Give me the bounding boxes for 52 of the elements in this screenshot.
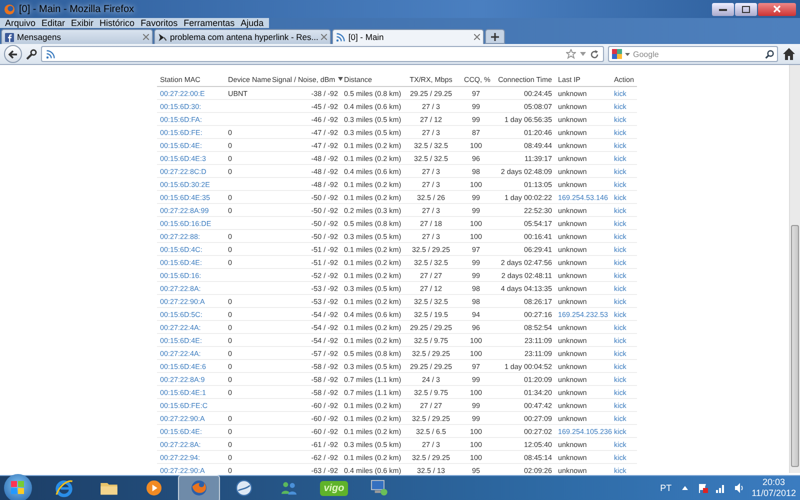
back-button[interactable] <box>4 45 22 63</box>
menu-item[interactable]: Histórico <box>96 18 138 28</box>
plus-icon <box>491 32 500 40</box>
window-title: [0] - Main - Mozilla Firefox <box>19 4 134 14</box>
computer-icon <box>369 478 389 498</box>
reload-icon[interactable] <box>590 50 599 58</box>
speaker-icon[interactable] <box>734 483 744 493</box>
feed-icon <box>46 50 55 58</box>
minimize-button[interactable] <box>712 2 734 16</box>
maximize-button[interactable] <box>735 2 757 16</box>
vigo-logo: vigo <box>320 480 348 496</box>
back-arrow-icon <box>8 50 18 58</box>
menu-item[interactable]: Ajuda <box>238 18 267 28</box>
maximize-icon <box>742 6 750 12</box>
signal-icon[interactable] <box>716 483 726 493</box>
google-icon <box>612 49 622 59</box>
language-indicator[interactable]: PT <box>660 483 672 493</box>
close-icon <box>773 5 781 13</box>
browser-tab[interactable]: Mensagens <box>1 29 153 44</box>
caret-icon[interactable] <box>625 52 630 56</box>
scrollbar[interactable] <box>789 65 800 473</box>
star-icon[interactable] <box>566 49 576 59</box>
close-icon[interactable] <box>143 34 149 40</box>
menu-item[interactable]: Editar <box>38 18 68 28</box>
close-button[interactable] <box>758 2 796 16</box>
dropdown-icon[interactable] <box>580 52 586 56</box>
chevron-icon <box>158 32 167 42</box>
menu-item[interactable]: Favoritos <box>138 18 181 28</box>
taskbar-button[interactable] <box>178 474 220 500</box>
browser-tab[interactable]: [0] - Main <box>332 29 484 44</box>
clock[interactable]: 20:03 11/07/2012 <box>752 477 796 499</box>
play-icon <box>144 478 164 498</box>
wrench-icon[interactable] <box>26 48 37 60</box>
address-field[interactable] <box>41 46 604 62</box>
menu-item[interactable]: Exibir <box>68 18 97 28</box>
menu-item[interactable]: Arquivo <box>2 18 39 28</box>
new-tab-button[interactable] <box>485 29 506 44</box>
feed-icon <box>336 32 346 42</box>
minimize-icon <box>719 8 727 10</box>
flag-icon[interactable] <box>698 483 708 493</box>
close-icon[interactable] <box>474 34 480 40</box>
facebook-icon <box>5 32 14 42</box>
browser-e-icon <box>54 478 74 498</box>
globe-icon <box>234 478 254 498</box>
search-bar[interactable]: Google <box>608 46 778 62</box>
close-icon[interactable] <box>321 34 328 40</box>
windows-logo-icon <box>11 481 25 495</box>
browser-tab[interactable]: problema com antena hyperlink - Res... <box>154 29 332 44</box>
start-button[interactable] <box>4 474 32 500</box>
home-icon[interactable] <box>782 47 796 61</box>
menu-item[interactable]: Ferramentas <box>180 18 238 28</box>
search-icon[interactable] <box>765 50 774 58</box>
